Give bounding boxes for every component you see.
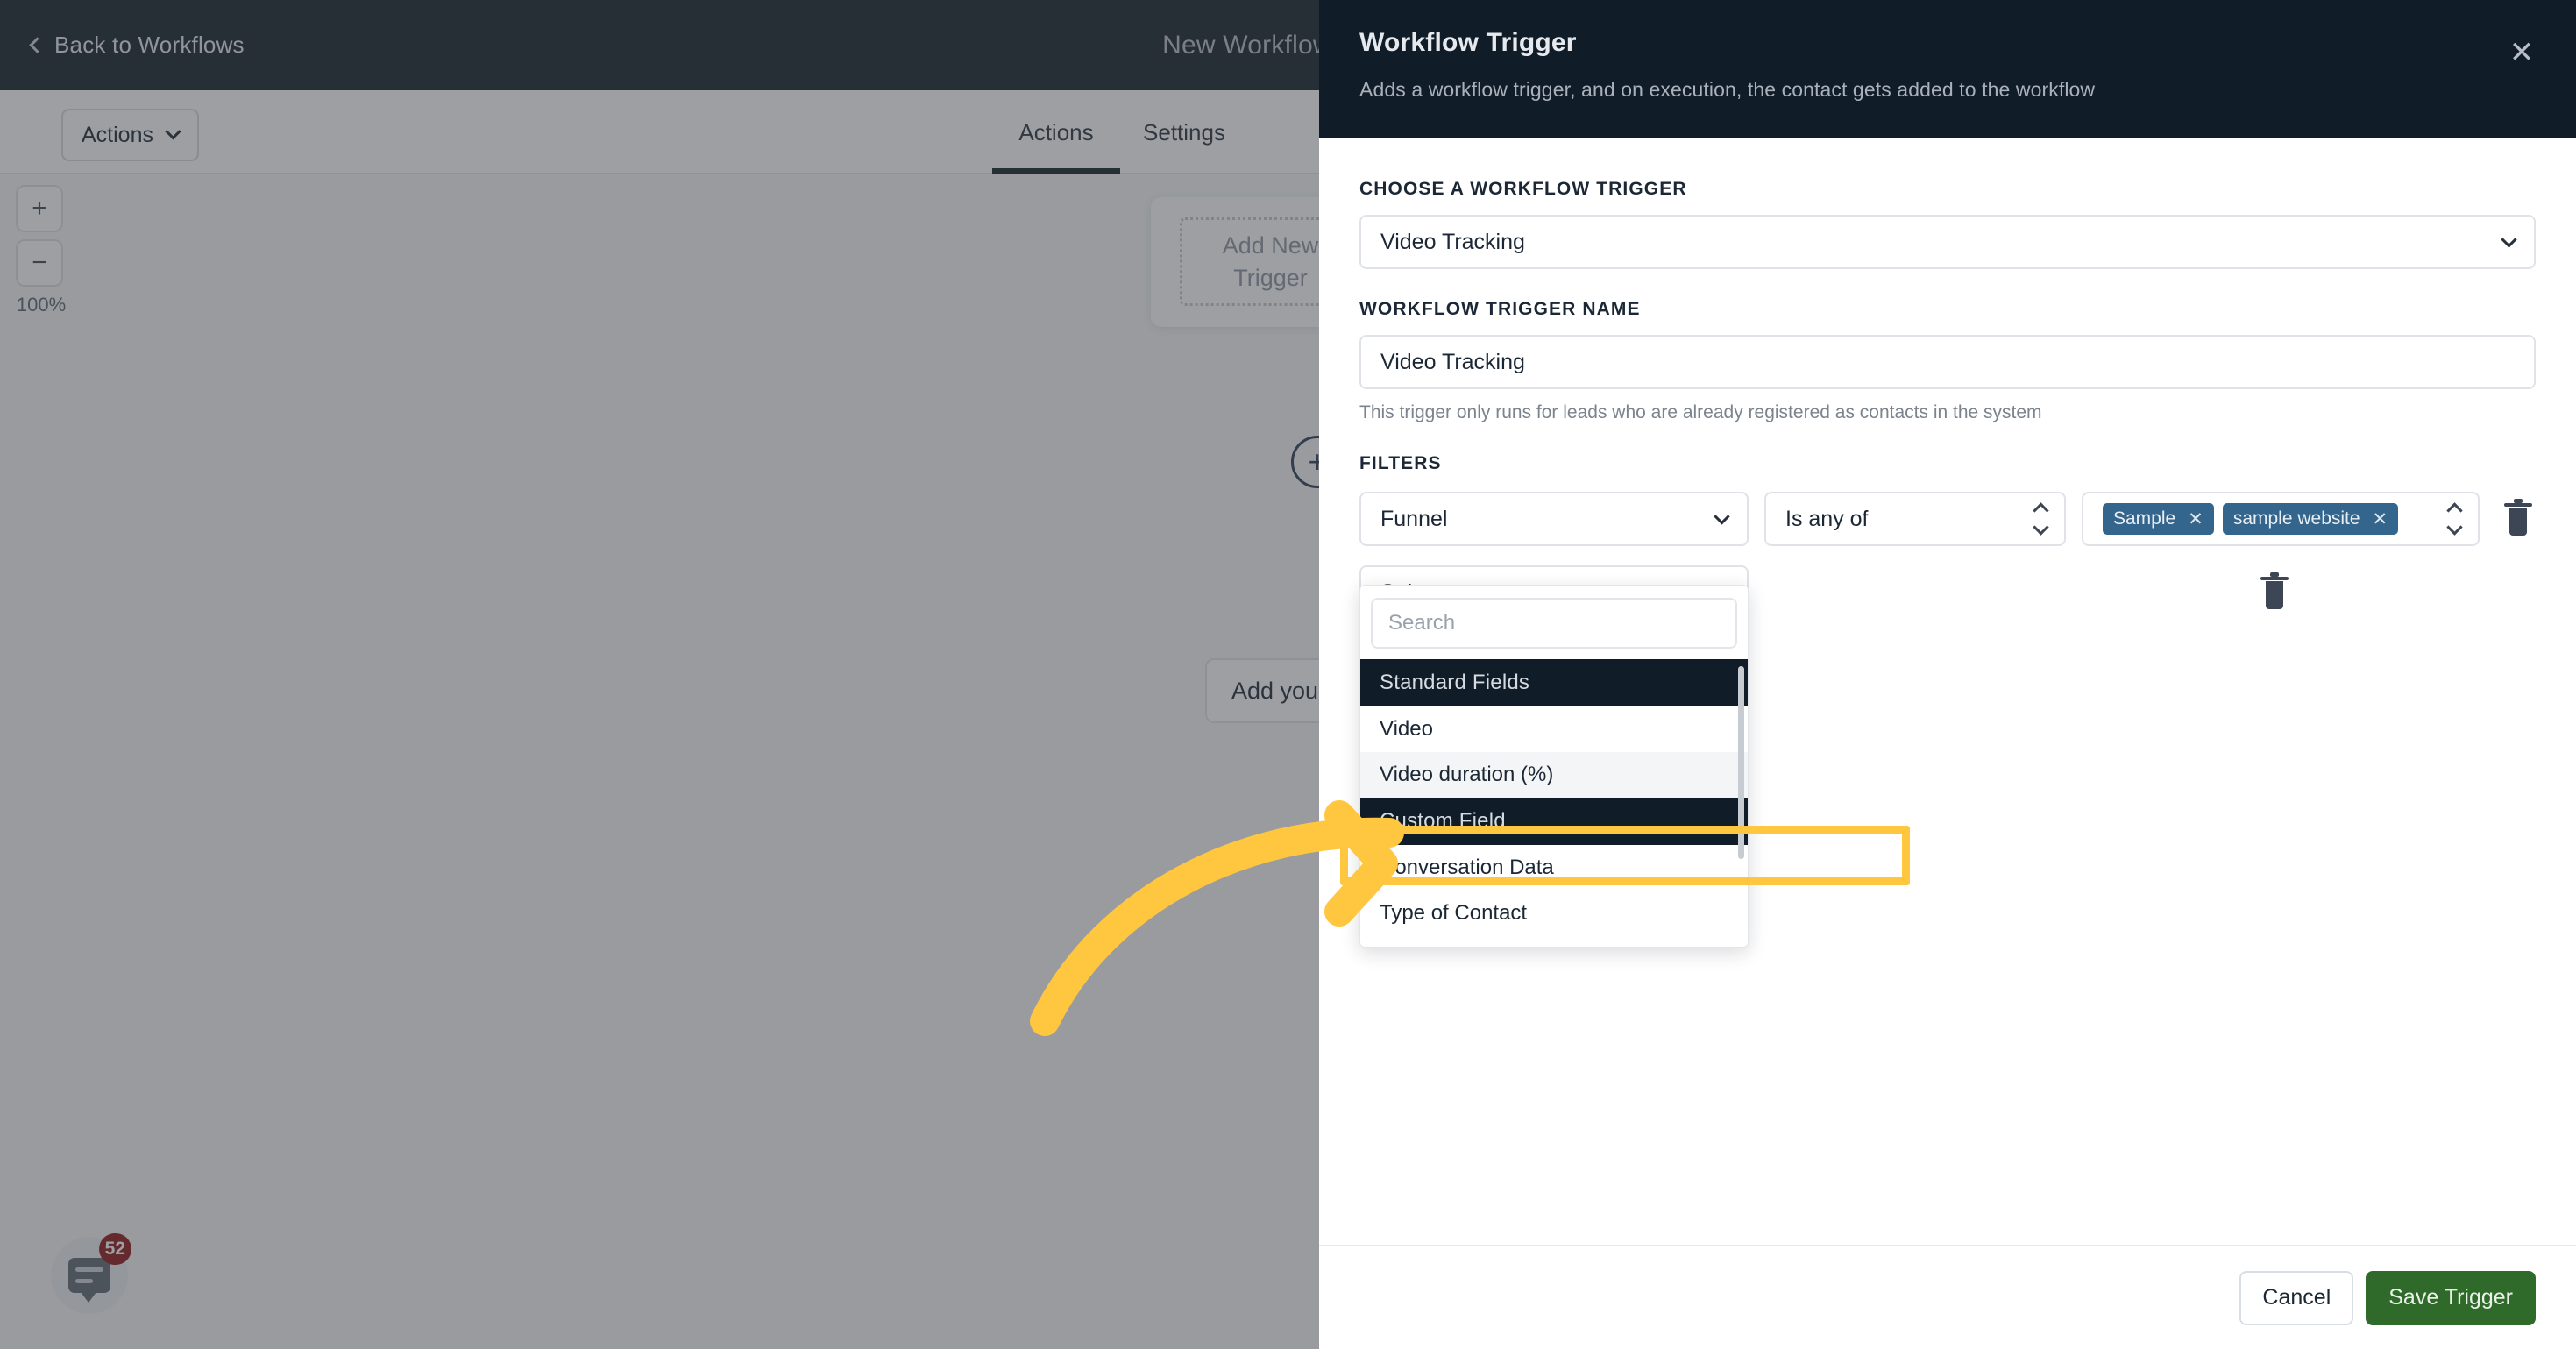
filters-label: FILTERS <box>1359 453 1442 473</box>
panel-header: Workflow Trigger Adds a workflow trigger… <box>1319 0 2576 138</box>
panel-subtitle: Adds a workflow trigger, and on executio… <box>1359 78 2096 101</box>
trigger-name-input[interactable]: Video Tracking <box>1359 335 2536 389</box>
filter-chip[interactable]: Sample ✕ <box>2103 503 2214 535</box>
dropdown-group-standard-fields: Standard Fields <box>1360 659 1748 706</box>
dropdown-option-video-duration[interactable]: Video duration (%) <box>1360 752 1748 798</box>
trigger-name-block: WORKFLOW TRIGGER NAME Video Tracking Thi… <box>1359 299 2536 423</box>
stepper-icon <box>2033 502 2049 536</box>
filter-operator-select[interactable]: Is any of <box>1764 492 2066 546</box>
screen-root: Back to Workflows New Workflow : 1688 Ac… <box>0 0 2576 1349</box>
filter-field-value: Funnel <box>1380 506 1448 531</box>
filter-chip[interactable]: sample website ✕ <box>2222 503 2399 535</box>
dropdown-scrollbar[interactable] <box>1738 666 1744 859</box>
dropdown-option-conversation-data[interactable]: Conversation Data <box>1360 845 1748 891</box>
cancel-button[interactable]: Cancel <box>2239 1270 2354 1325</box>
filter-chip-label: sample website <box>2232 508 2360 529</box>
field-options-dropdown: Standard Fields Video Video duration (%)… <box>1359 585 1749 948</box>
filter-value-chips: Sample ✕ sample website ✕ <box>2103 503 2399 535</box>
choose-trigger-select[interactable]: Video Tracking <box>1359 215 2536 269</box>
chevron-down-icon <box>2501 231 2517 248</box>
close-icon[interactable]: ✕ <box>2188 508 2203 530</box>
filter-row: Funnel Is any of Sample ✕ sample website… <box>1359 492 2536 546</box>
trash-icon[interactable] <box>2257 572 2292 613</box>
choose-trigger-block: CHOOSE A WORKFLOW TRIGGER Video Tracking <box>1359 179 2536 269</box>
filter-field-dropdown-wrap: Select Standard Fields Video Video durat… <box>1359 565 1749 948</box>
panel-footer: Cancel Save Trigger <box>1319 1245 2576 1349</box>
close-icon[interactable]: ✕ <box>2373 508 2388 530</box>
cancel-button-label: Cancel <box>2262 1285 2331 1310</box>
search-input[interactable] <box>1371 598 1737 649</box>
chevron-down-icon <box>1714 508 1730 525</box>
choose-trigger-label: CHOOSE A WORKFLOW TRIGGER <box>1359 179 1687 199</box>
trash-icon[interactable] <box>2501 499 2536 539</box>
filters-block: FILTERS Funnel Is any of Sample ✕ sample… <box>1359 453 2536 948</box>
filter-chip-label: Sample <box>2113 508 2176 529</box>
filter-row: Select Standard Fields Video Video durat… <box>1359 565 2536 948</box>
dropdown-option-type-of-contact[interactable]: Type of Contact <box>1360 891 1748 936</box>
dropdown-option-video[interactable]: Video <box>1360 706 1748 752</box>
dropdown-search-wrap <box>1360 598 1748 659</box>
panel-body: CHOOSE A WORKFLOW TRIGGER Video Tracking… <box>1319 138 2576 1245</box>
trigger-name-label: WORKFLOW TRIGGER NAME <box>1359 299 1641 319</box>
save-trigger-button-label: Save Trigger <box>2388 1285 2513 1310</box>
choose-trigger-value: Video Tracking <box>1380 229 1525 254</box>
panel-title: Workflow Trigger <box>1359 28 1577 57</box>
filter-field-select[interactable]: Funnel <box>1359 492 1749 546</box>
trigger-name-hint: This trigger only runs for leads who are… <box>1359 402 2042 422</box>
filter-operator-value: Is any of <box>1785 506 1869 531</box>
trigger-name-value: Video Tracking <box>1380 349 1525 374</box>
dropdown-group-custom-field: Custom Field <box>1360 798 1748 845</box>
workflow-trigger-panel: Workflow Trigger Adds a workflow trigger… <box>1319 0 2576 1349</box>
stepper-icon <box>2446 502 2463 536</box>
close-icon[interactable]: ✕ <box>2502 33 2541 72</box>
filter-value-multiselect[interactable]: Sample ✕ sample website ✕ <box>2082 492 2480 546</box>
save-trigger-button[interactable]: Save Trigger <box>2366 1270 2536 1325</box>
